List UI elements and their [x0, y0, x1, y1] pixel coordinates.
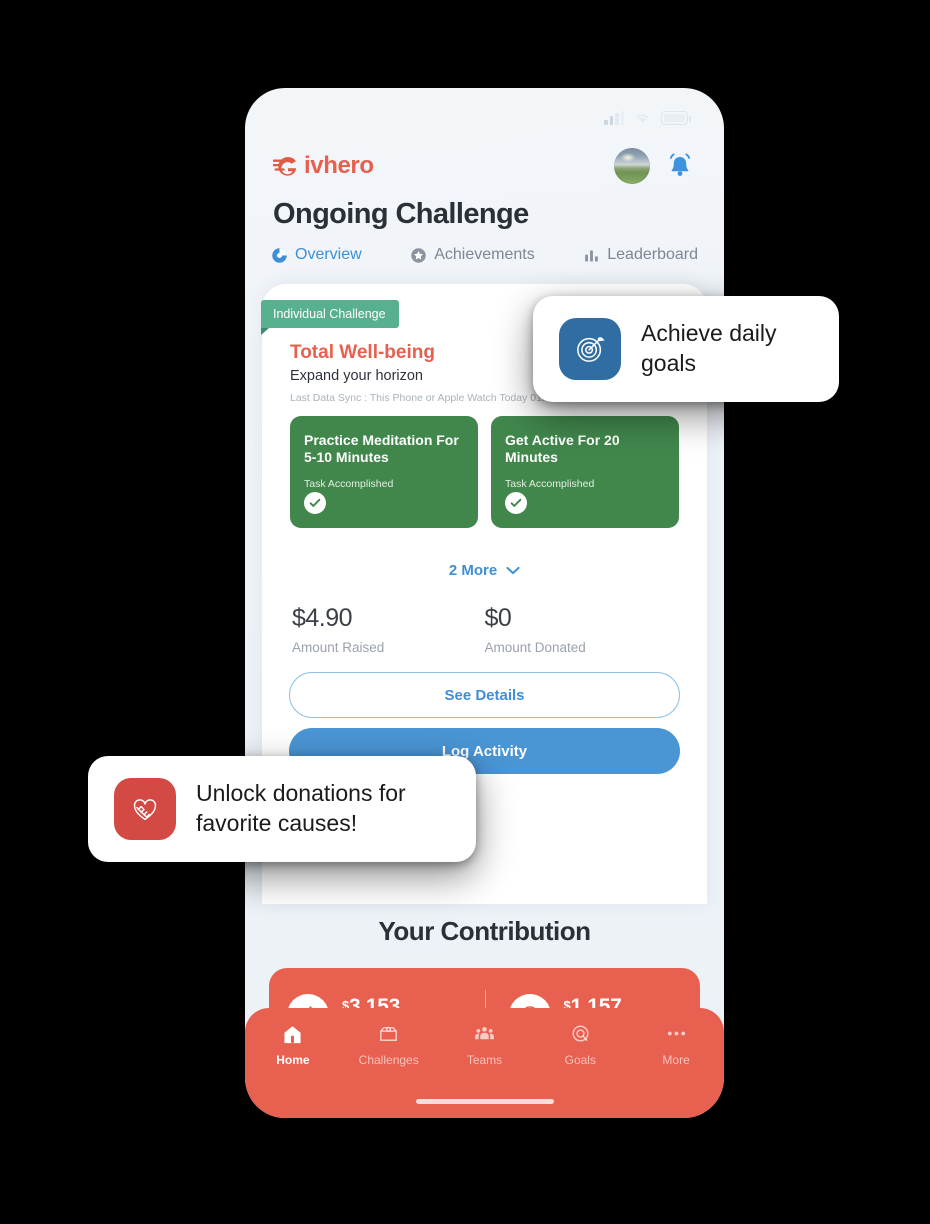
last-data-sync: Last Data Sync : This Phone or Apple Wat…: [290, 392, 557, 404]
teams-icon: [472, 1022, 496, 1046]
show-more-toggle[interactable]: 2 More: [262, 562, 707, 579]
callout-achieve-daily-goals: Achieve daily goals: [533, 296, 839, 402]
task-card[interactable]: Get Active For 20 Minutes Task Accomplis…: [491, 416, 679, 528]
callout-text: Unlock donations for favorite causes!: [196, 780, 406, 836]
nav-label: Teams: [466, 1053, 503, 1067]
nav-label: Challenges: [358, 1053, 419, 1067]
challenge-stats: $4.90 Amount Raised $0 Amount Donated: [292, 604, 677, 655]
star-badge-icon: [410, 247, 427, 264]
status-bar: [245, 88, 724, 134]
nav-item-more[interactable]: More: [628, 1022, 724, 1067]
stat-amount-raised: $4.90 Amount Raised: [292, 604, 485, 655]
stat-label: Amount Raised: [292, 640, 385, 655]
tab-overview[interactable]: Overview: [271, 246, 362, 264]
avatar[interactable]: [614, 148, 650, 184]
home-indicator: [415, 1099, 554, 1104]
stat-amount-donated: $0 Amount Donated: [485, 604, 678, 655]
nav-item-teams[interactable]: Teams: [437, 1022, 533, 1067]
stat-value: $4.90: [292, 604, 353, 632]
tab-leaderboard[interactable]: Leaderboard: [583, 246, 698, 264]
task-status: Task Accomplished: [505, 478, 595, 491]
tab-achievements-label: Achievements: [434, 246, 535, 263]
challenge-subtitle: Expand your horizon: [290, 368, 423, 384]
task-status: Task Accomplished: [304, 478, 394, 491]
nav-label: Home: [276, 1053, 310, 1067]
nav-label: More: [662, 1053, 690, 1067]
screenshot-stage: ivhero Ongoing Challenge Overview Achiev…: [0, 0, 930, 1224]
check-circle-icon: [505, 492, 527, 514]
signal-bars-icon: [604, 110, 624, 125]
notification-bell-icon[interactable]: [666, 151, 694, 181]
battery-icon: [661, 111, 691, 125]
tab-leaderboard-label: Leaderboard: [607, 246, 698, 263]
home-icon: [281, 1022, 305, 1046]
task-card[interactable]: Practice Meditation For 5-10 Minutes Tas…: [290, 416, 478, 528]
givhero-logo[interactable]: ivhero: [271, 151, 374, 181]
task-name: Practice Meditation For 5-10 Minutes: [304, 432, 459, 466]
show-more-label: 2 More: [448, 562, 498, 579]
target-dartboard-icon: [559, 318, 621, 380]
tab-achievements[interactable]: Achievements: [410, 246, 535, 264]
callout-unlock-donations: Unlock donations for favorite causes!: [88, 756, 476, 862]
chevron-down-icon: [506, 562, 520, 579]
tab-bar: Overview Achievements Leaderboard: [267, 246, 702, 264]
tab-overview-label: Overview: [295, 246, 362, 263]
check-circle-icon: [304, 492, 326, 514]
callout-text: Achieve daily goals: [641, 320, 777, 376]
challenge-title: Total Well-being: [290, 342, 435, 363]
nav-label: Goals: [564, 1053, 596, 1067]
page-title: Ongoing Challenge: [273, 198, 529, 230]
givhero-logo-text: ivhero: [304, 152, 374, 179]
see-details-button[interactable]: See Details: [289, 672, 680, 718]
task-list: Practice Meditation For 5-10 Minutes Tas…: [290, 416, 679, 528]
app-bar-actions: [614, 148, 694, 184]
stat-label: Amount Donated: [484, 640, 586, 655]
stat-value: $0: [484, 604, 512, 632]
givhero-logo-icon: [271, 155, 303, 177]
contribution-title: Your Contribution: [378, 916, 591, 946]
nav-item-goals[interactable]: Goals: [532, 1022, 628, 1067]
app-bar: ivhero: [245, 140, 724, 192]
challenge-type-badge: Individual Challenge: [261, 300, 399, 335]
bar-chart-icon: [583, 247, 600, 264]
handshake-heart-icon: [114, 778, 176, 840]
task-name: Get Active For 20 Minutes: [505, 432, 620, 466]
challenges-icon: [377, 1022, 401, 1046]
phone-mockup: ivhero Ongoing Challenge Overview Achiev…: [245, 88, 724, 1118]
pie-chart-icon: [271, 247, 288, 264]
bottom-navigation: Home Challenges Teams Goals More: [245, 1008, 724, 1118]
nav-item-challenges[interactable]: Challenges: [341, 1022, 437, 1067]
wifi-icon: [633, 111, 652, 125]
goals-target-icon: [568, 1022, 592, 1046]
nav-item-home[interactable]: Home: [245, 1022, 341, 1067]
more-dots-icon: [664, 1022, 688, 1046]
